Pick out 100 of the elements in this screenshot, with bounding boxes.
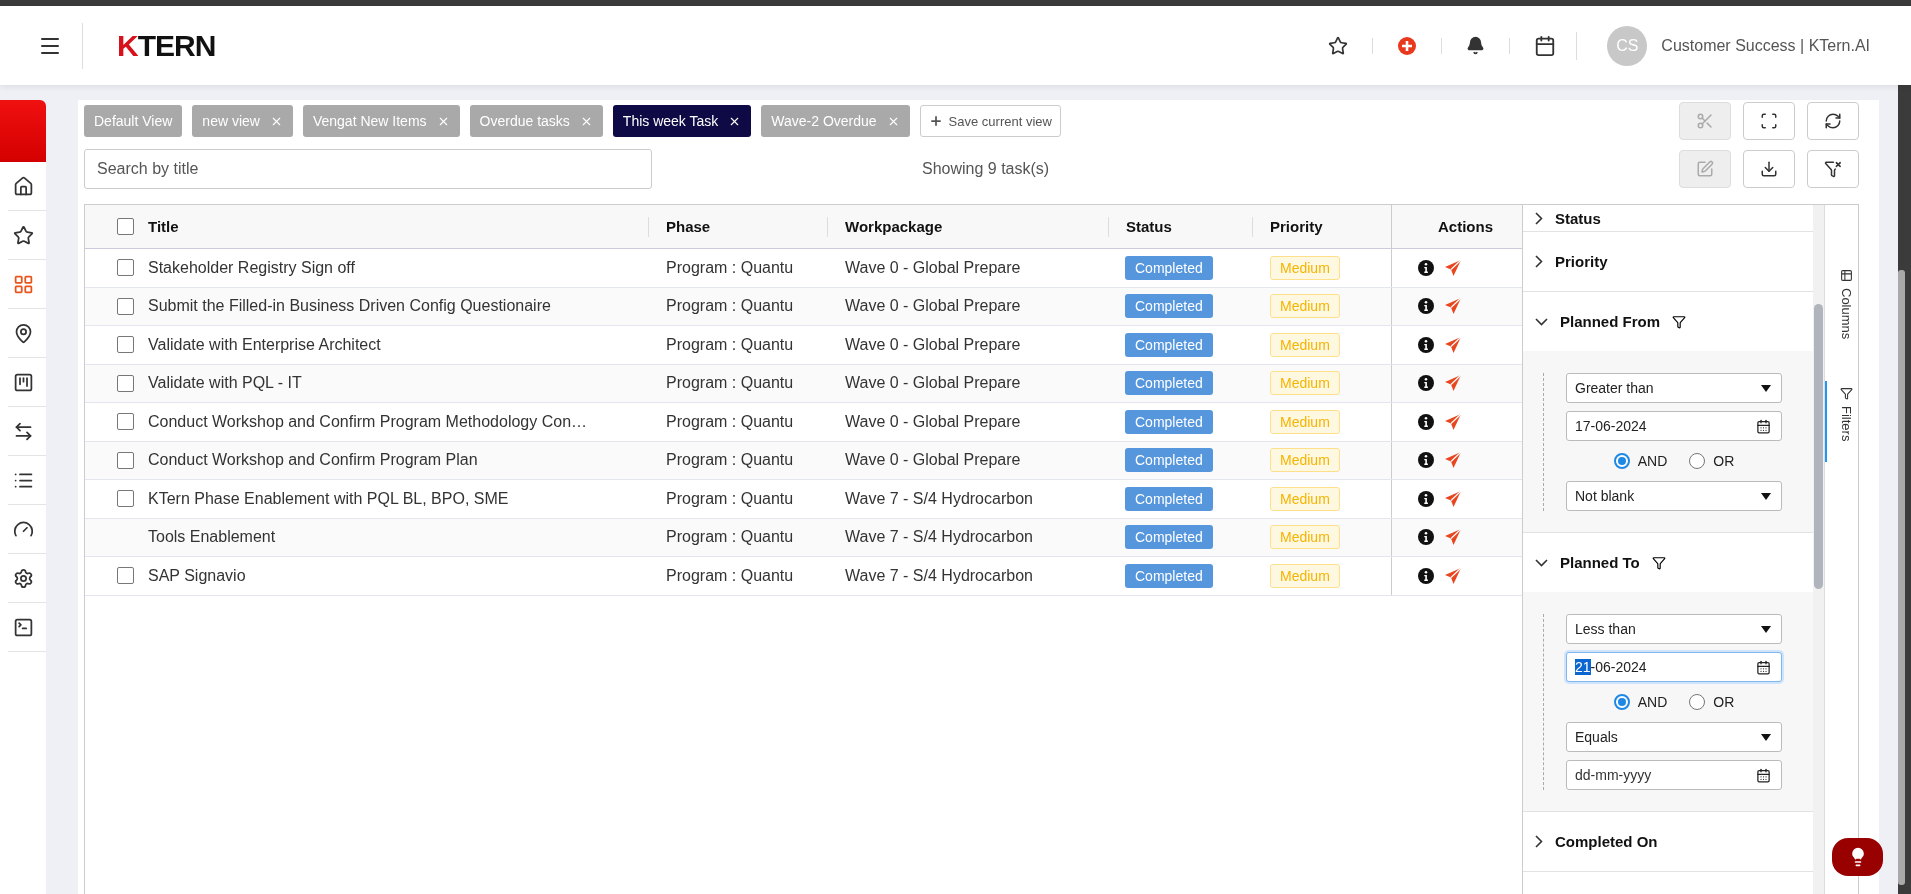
column-header[interactable]: Status: [1126, 218, 1172, 235]
calendar-button[interactable]: [1534, 34, 1557, 57]
clear-filter-button[interactable]: [1807, 150, 1859, 188]
favorites-button[interactable]: [1328, 35, 1349, 56]
columns-icon: [1839, 269, 1853, 282]
priority-badge: Medium: [1270, 409, 1340, 434]
status-badge: Completed: [1125, 525, 1213, 550]
board-icon: [12, 371, 34, 393]
info-button[interactable]: [1418, 413, 1434, 430]
send-button[interactable]: [1444, 335, 1462, 354]
title-cell: Validate with Enterprise Architect: [148, 335, 381, 354]
caret-icon: [1761, 384, 1771, 392]
caret-icon: [1761, 625, 1771, 633]
column-header[interactable]: Priority: [1270, 218, 1323, 235]
info-button[interactable]: [1418, 298, 1434, 315]
info-button[interactable]: [1418, 452, 1434, 469]
row-checkbox[interactable]: [117, 336, 134, 354]
send-button[interactable]: [1444, 489, 1462, 508]
join-radio[interactable]: OR: [1689, 453, 1735, 469]
info-button[interactable]: [1418, 259, 1434, 276]
status-badge: Completed: [1125, 563, 1213, 588]
logo: KTERN: [117, 28, 216, 63]
join-radio[interactable]: OR: [1689, 694, 1735, 710]
operator-select[interactable]: Greater than: [1566, 373, 1782, 403]
info-button[interactable]: [1418, 336, 1434, 353]
info-icon: [1418, 452, 1434, 469]
row-checkbox[interactable]: [117, 374, 134, 392]
date-field[interactable]: 17-06-2024: [1566, 411, 1782, 441]
operator-select[interactable]: Equals: [1566, 722, 1782, 752]
title-cell: Conduct Workshop and Confirm Program Methodology Con…: [148, 412, 588, 431]
scrollbar[interactable]: [1814, 304, 1823, 589]
send-button[interactable]: [1444, 297, 1462, 316]
operator-select[interactable]: Not blank: [1566, 481, 1782, 511]
status-badge: Completed: [1125, 486, 1213, 511]
join-radio[interactable]: AND: [1613, 453, 1668, 469]
calendar-icon: [1756, 767, 1771, 783]
save-view-button[interactable]: Save current view: [919, 105, 1061, 137]
send-icon: [1444, 451, 1462, 470]
send-button[interactable]: [1444, 566, 1462, 585]
row-checkbox[interactable]: [117, 297, 134, 315]
date-field[interactable]: dd-mm-yyyy: [1566, 760, 1782, 790]
info-button[interactable]: [1418, 529, 1434, 546]
calendar-icon: [1756, 418, 1771, 434]
fullscreen-button[interactable]: [1743, 102, 1795, 140]
sidebar-banner: [0, 100, 46, 162]
join-radio[interactable]: AND: [1613, 694, 1668, 710]
select-all-checkbox[interactable]: [117, 218, 134, 235]
priority-badge: Medium: [1270, 563, 1340, 588]
row-checkbox[interactable]: [117, 567, 134, 585]
status-badge: Completed: [1125, 294, 1213, 319]
column-header[interactable]: Phase: [666, 218, 711, 235]
workpackage-cell: Wave 7 - S/4 Hydrocarbon: [845, 528, 1033, 547]
calendar-icon: [1756, 659, 1771, 675]
send-icon: [1444, 489, 1462, 508]
priority-badge: Medium: [1270, 371, 1340, 396]
column-header[interactable]: Title: [148, 218, 179, 235]
info-icon: [1418, 567, 1434, 584]
send-button[interactable]: [1444, 451, 1462, 470]
send-button[interactable]: [1444, 528, 1462, 547]
send-button[interactable]: [1444, 374, 1462, 393]
phase-cell: Program : Quantu: [666, 528, 794, 547]
column-header[interactable]: Workpackage: [845, 218, 943, 235]
send-icon: [1444, 335, 1462, 354]
add-button[interactable]: [1397, 35, 1418, 56]
row-checkbox[interactable]: [117, 413, 134, 431]
filter-title: Priority: [1555, 253, 1608, 270]
send-icon: [1444, 297, 1462, 316]
info-icon: [1418, 413, 1434, 430]
title-cell: Tools Enablement: [148, 528, 276, 547]
tips-button[interactable]: [1832, 838, 1883, 876]
send-button[interactable]: [1444, 412, 1462, 431]
info-button[interactable]: [1418, 490, 1434, 507]
scrollbar[interactable]: [1898, 270, 1905, 885]
priority-badge: Medium: [1270, 255, 1340, 280]
info-button[interactable]: [1418, 567, 1434, 584]
status-badge: Completed: [1125, 332, 1213, 357]
grid-icon: [12, 273, 34, 295]
title-cell: Validate with PQL - IT: [148, 374, 302, 393]
row-checkbox[interactable]: [117, 490, 134, 508]
title-cell: Submit the Filled-in Business Driven Config Questionaire: [148, 297, 551, 316]
info-button[interactable]: [1418, 375, 1434, 392]
row-checkbox[interactable]: [117, 451, 134, 469]
refresh-icon: [1824, 112, 1842, 130]
date-field[interactable]: 21-06-2024: [1566, 652, 1782, 682]
operator-select[interactable]: Less than: [1566, 614, 1782, 644]
side-tab[interactable]: Columns: [1825, 263, 1858, 360]
send-button[interactable]: [1444, 258, 1462, 277]
side-tab[interactable]: Filters: [1825, 381, 1858, 462]
refresh-button[interactable]: [1807, 102, 1859, 140]
info-icon: [1418, 336, 1434, 353]
download-button[interactable]: [1743, 150, 1795, 188]
column-header[interactable]: Actions: [1438, 218, 1493, 235]
row-checkbox[interactable]: [117, 259, 134, 277]
status-badge: Completed: [1125, 371, 1213, 396]
phase-cell: Program : Quantu: [666, 566, 794, 585]
phase-cell: Program : Quantu: [666, 258, 794, 277]
settings-icon: [12, 567, 34, 589]
search-field[interactable]: Search by title: [84, 149, 652, 189]
view-tab[interactable]: This week Task: [612, 105, 752, 137]
notifications-button[interactable]: [1466, 36, 1486, 55]
